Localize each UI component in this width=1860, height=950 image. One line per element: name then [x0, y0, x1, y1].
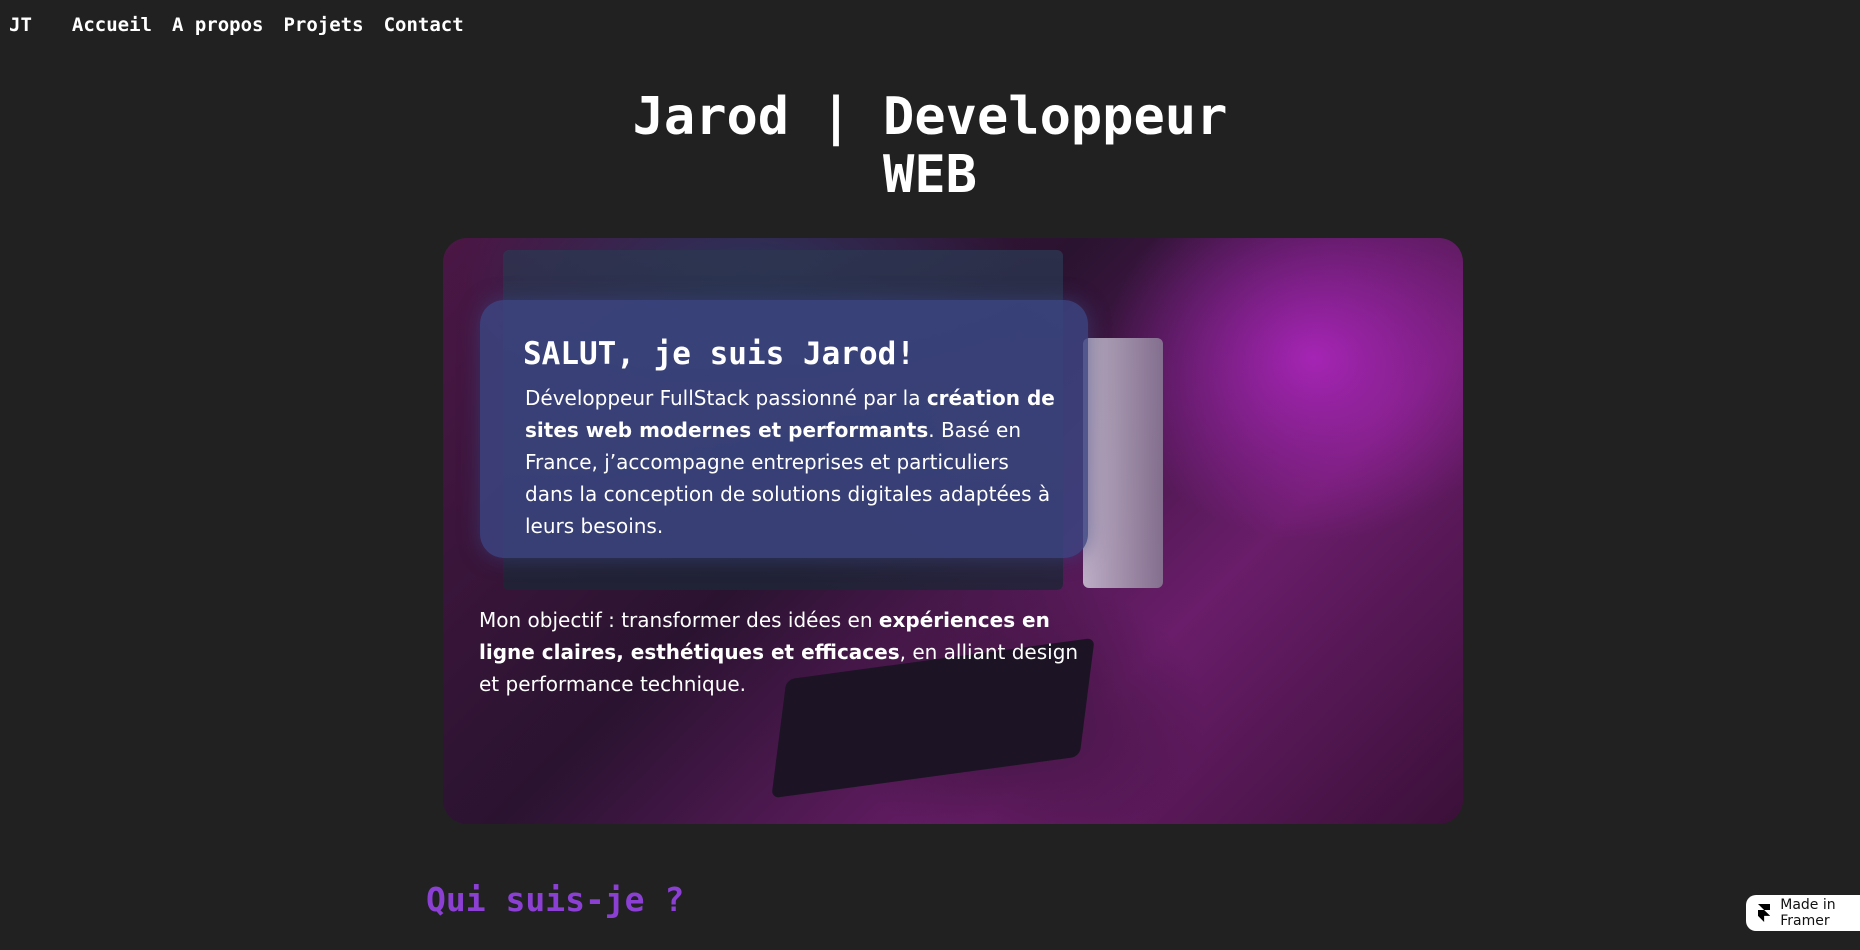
section-title-qui-suis-je: Qui suis-je ? [426, 880, 685, 919]
intro-panel: SALUT, je suis Jarod! Développeur FullSt… [480, 300, 1088, 558]
nav-link-accueil[interactable]: Accueil [72, 14, 152, 36]
background-photo-console [1083, 338, 1163, 588]
title-line-2: WEB [883, 145, 977, 205]
objective-text-1: Mon objectif : transformer des idées en [479, 608, 879, 632]
made-in-framer-badge[interactable]: Made in Framer [1746, 895, 1860, 931]
logo[interactable]: JT [9, 14, 32, 36]
intro-text-1: Développeur FullStack passionné par la [525, 386, 927, 410]
intro-text: Développeur FullStack passionné par la c… [525, 382, 1055, 542]
nav-link-a-propos[interactable]: A propos [172, 14, 264, 36]
title-line-1: Jarod | Developpeur [632, 87, 1228, 147]
badge-label: Made in Framer [1780, 897, 1836, 929]
nav-link-projets[interactable]: Projets [283, 14, 363, 36]
objective-text: Mon objectif : transformer des idées en … [479, 604, 1079, 700]
framer-icon [1758, 904, 1771, 922]
hero-card: SALUT, je suis Jarod! Développeur FullSt… [443, 238, 1463, 824]
page-title: Jarod | Developpeur WEB [0, 88, 1860, 204]
top-nav: JT Accueil A propos Projets Contact [9, 14, 484, 36]
nav-link-contact[interactable]: Contact [384, 14, 464, 36]
intro-heading: SALUT, je suis Jarod! [523, 336, 915, 372]
